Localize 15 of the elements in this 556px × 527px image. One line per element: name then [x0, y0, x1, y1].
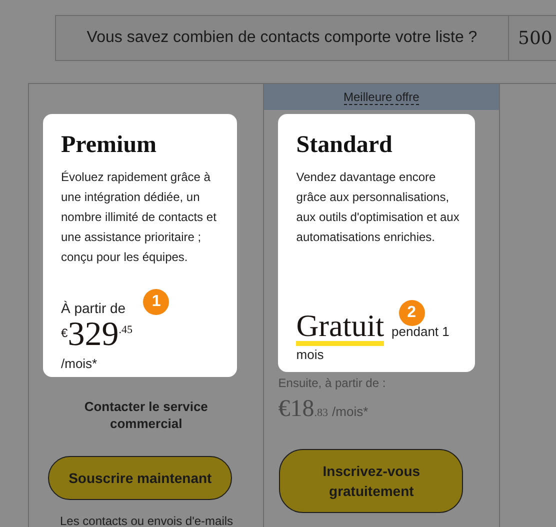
price-prefix: Ensuite, à partir de :: [278, 376, 386, 390]
plan-description: Vendez davantage encore grâce aux personnalisations, aux outils d'optimisation et aux automatisations enrichies.: [296, 169, 460, 246]
footnote: Les contacts ou envois d'e-mails: [60, 514, 234, 527]
plan-name: Premium: [61, 132, 158, 159]
best-offer-label: Meilleure offre: [344, 90, 420, 104]
step-badge: 2: [398, 300, 425, 326]
subscribe-button[interactable]: Inscrivez-vous gratuitement: [279, 449, 464, 513]
plan-name: Standard: [296, 132, 394, 159]
contact-sales-link[interactable]: Contacter le service commercial: [71, 398, 222, 432]
plan-description: Évoluez rapidement grâce à une intégration dédiée, un nombre illimité de contacts et une assistance prioritaire ; conçu pour les équipes.: [61, 169, 218, 266]
subscribe-button[interactable]: Souscrire maintenant: [48, 456, 232, 500]
step-badge: 1: [143, 289, 170, 315]
plan-price: €329$^{.45}$: [61, 318, 134, 352]
price-period: /mois*: [61, 356, 98, 371]
price-prefix: À partir de: [61, 300, 126, 316]
